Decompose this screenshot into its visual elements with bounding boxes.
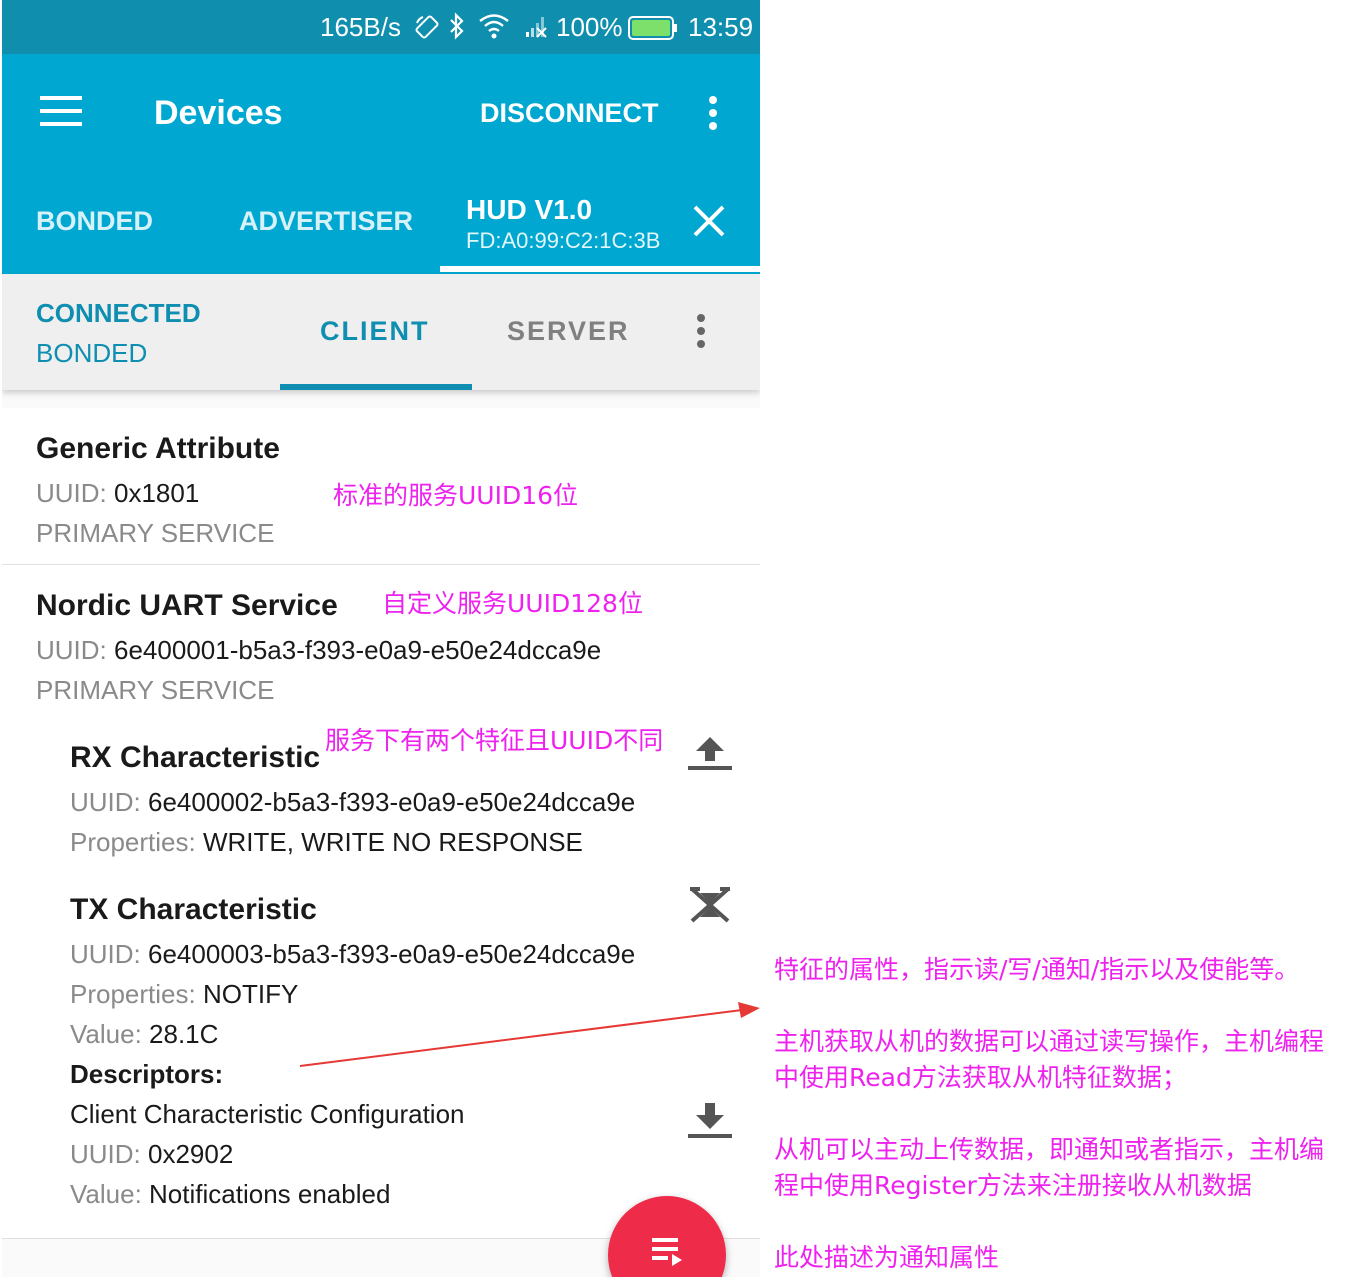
annotation-arrow	[299, 1002, 760, 1067]
